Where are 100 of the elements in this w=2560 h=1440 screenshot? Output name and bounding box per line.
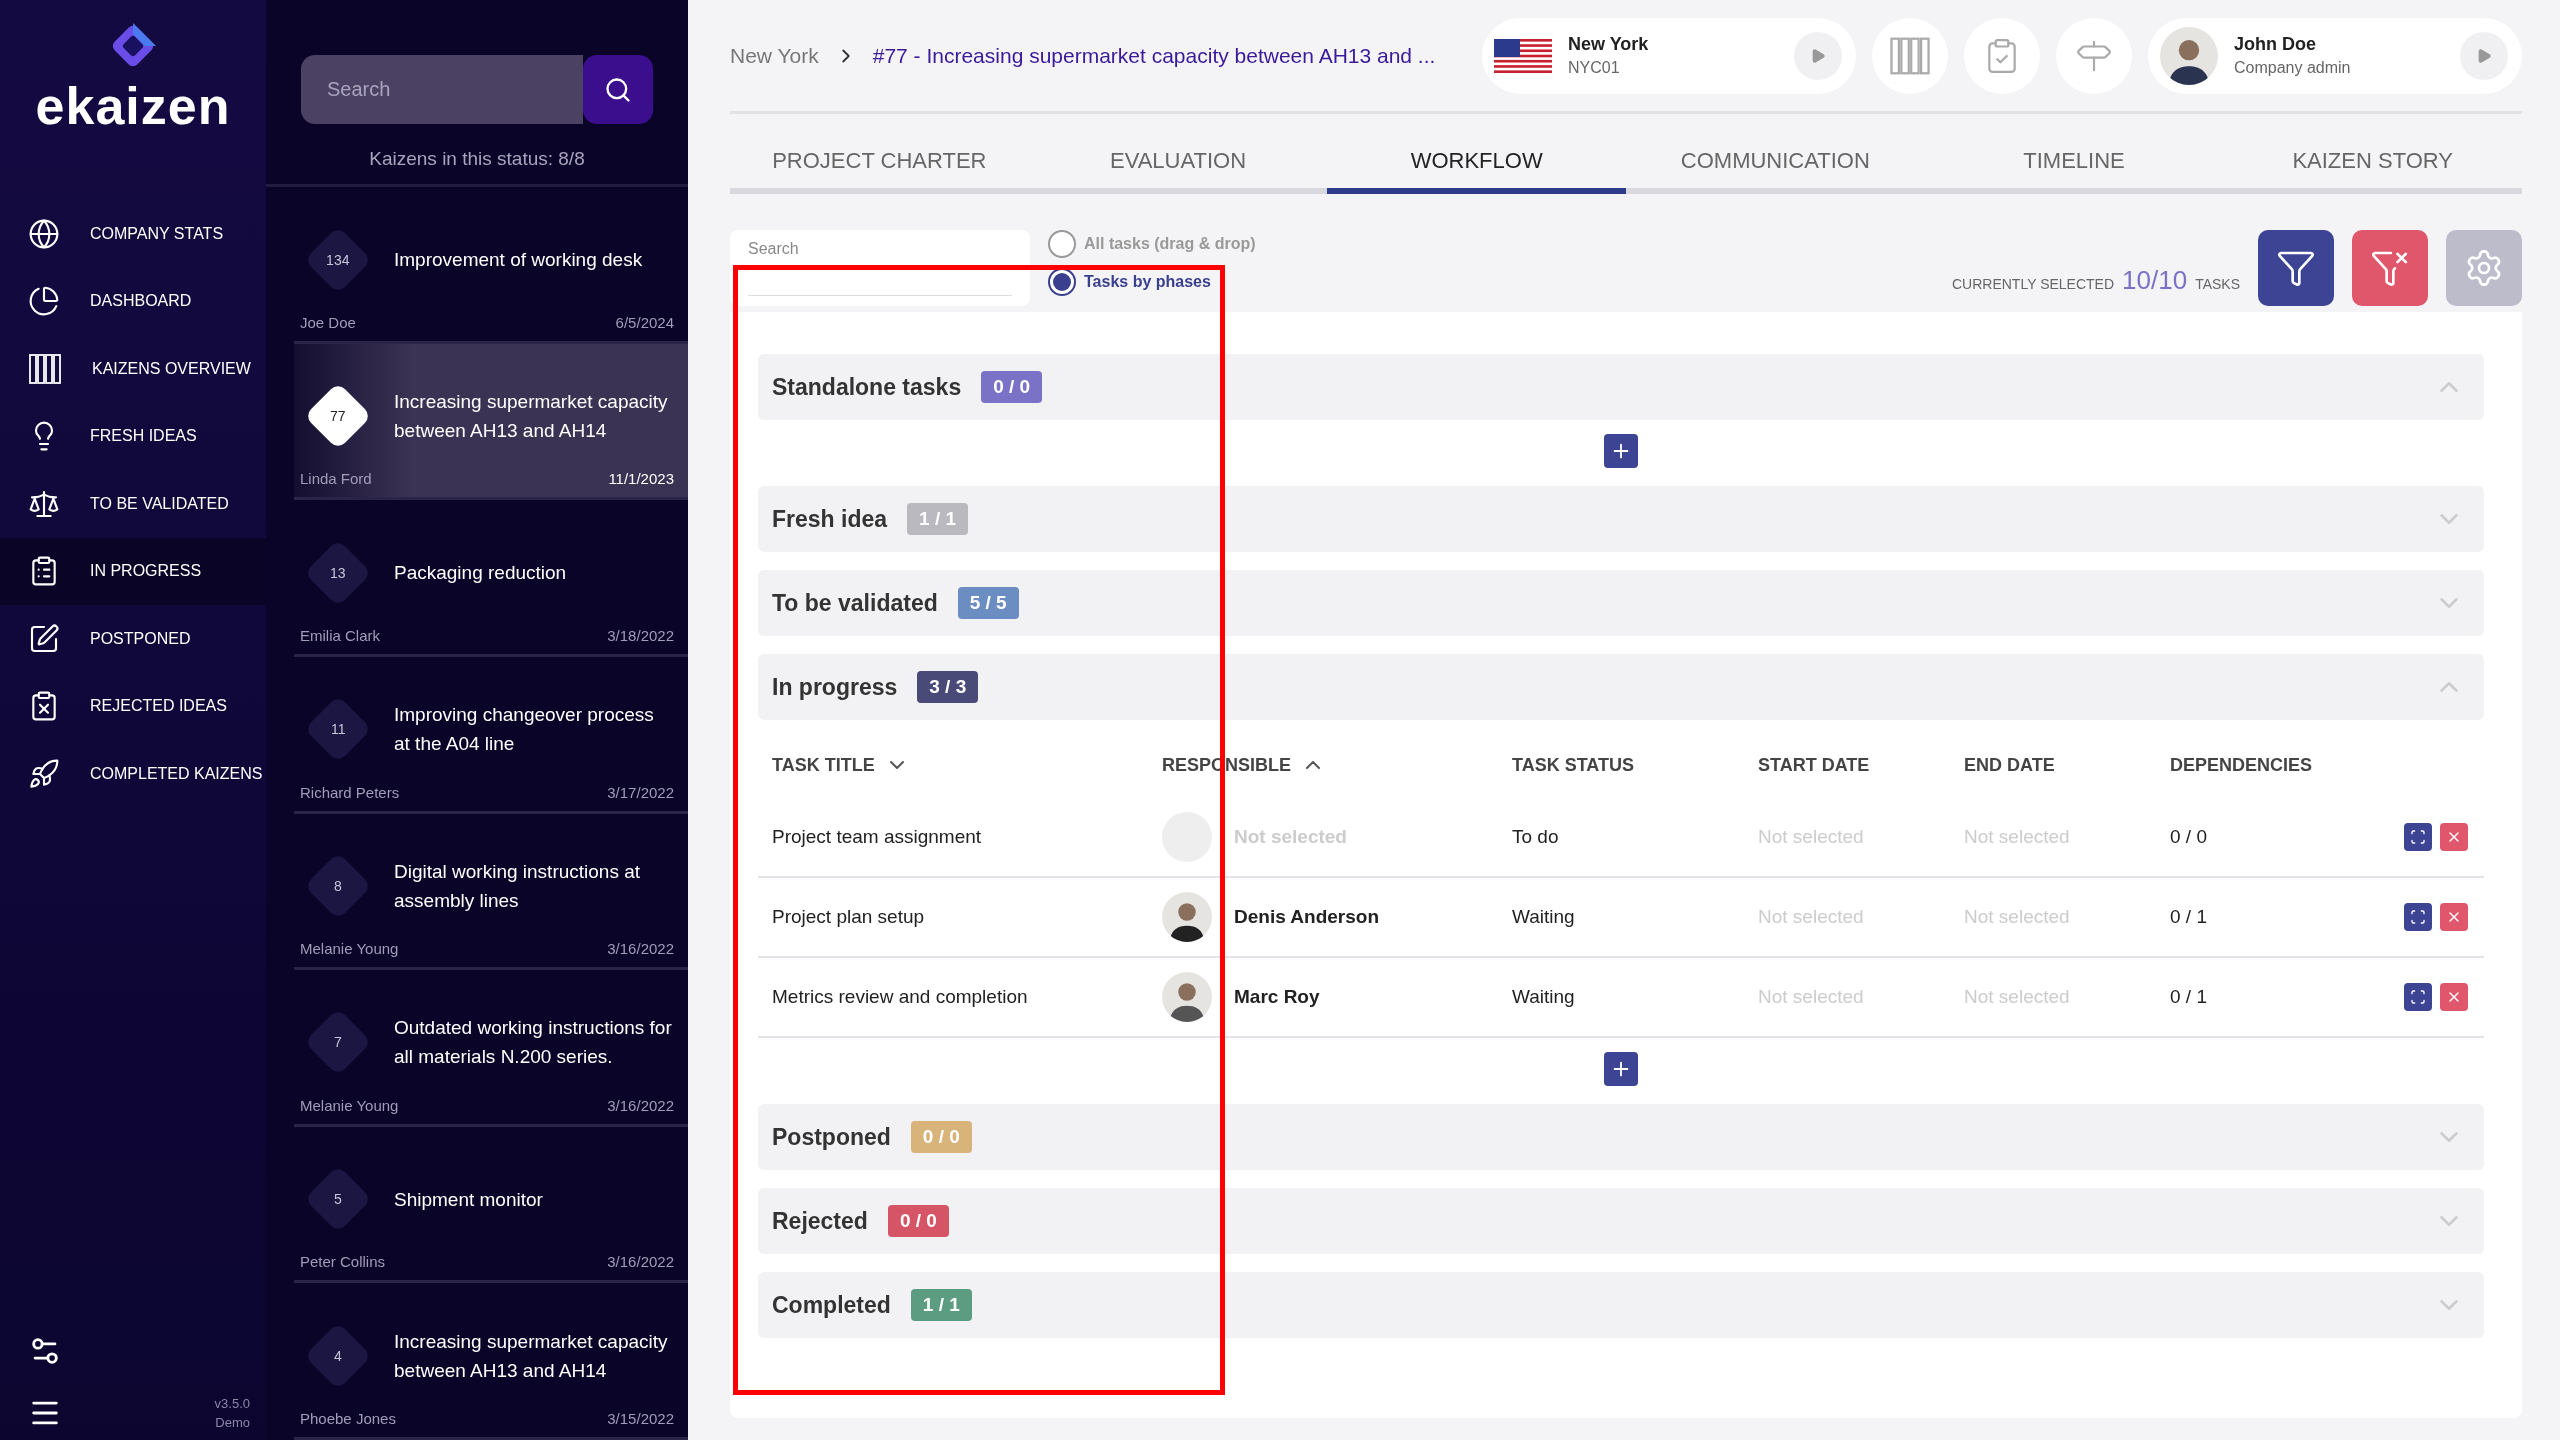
avatar	[1162, 892, 1212, 942]
user-role: Company admin	[2234, 59, 2352, 77]
nav-item[interactable]: COMPANY STATS	[0, 200, 266, 268]
expand-icon	[2410, 908, 2426, 926]
nav-item[interactable]: FRESH IDEAS	[0, 402, 266, 470]
dependencies: 0 / 1	[2170, 986, 2208, 1008]
responsible-name: Marc Roy	[1234, 986, 1320, 1008]
author-name: Phoebe Jones	[300, 1409, 396, 1427]
phase-header[interactable]: In progress 3 / 3	[758, 654, 2484, 720]
globe-icon	[28, 217, 60, 250]
play-icon	[1810, 47, 1826, 64]
kaizen-date: 3/16/2022	[607, 940, 674, 958]
phase-header[interactable]: Rejected 0 / 0	[758, 1188, 2484, 1254]
kaizen-item[interactable]: 77 Increasing supermarket capacity between AH13 and AH14 Linda Ford 11/1/2023	[294, 343, 688, 501]
breadcrumb-link[interactable]: New York	[730, 43, 819, 68]
kaizen-item[interactable]: 5 Shipment monitor Peter Collins 3/16/2022	[294, 1126, 688, 1284]
delete-button[interactable]	[2440, 983, 2468, 1011]
dependencies: 0 / 1	[2170, 906, 2208, 928]
tab[interactable]: TIMELINE	[1924, 148, 2224, 194]
phase-name: Postponed	[772, 1123, 891, 1151]
clear-filter-button[interactable]	[2352, 230, 2428, 306]
filter-button[interactable]	[2258, 230, 2334, 306]
status-count: Kaizens in this status: 8/8	[266, 124, 688, 188]
phase-header[interactable]: Fresh idea 1 / 1	[758, 486, 2484, 552]
tab[interactable]: EVALUATION	[1028, 148, 1328, 194]
expand-button[interactable]	[2404, 983, 2432, 1011]
pie-chart-icon	[28, 285, 60, 318]
task-status: To do	[1512, 826, 1560, 848]
phase-header[interactable]: Postponed 0 / 0	[758, 1104, 2484, 1170]
column-header[interactable]: TASK TITLE	[772, 754, 875, 776]
task-title: Metrics review and completion	[772, 986, 1029, 1008]
settings-button[interactable]	[2446, 230, 2522, 306]
flag-icon	[1494, 38, 1552, 73]
kaizen-date: 3/16/2022	[607, 1253, 674, 1271]
kaizen-item[interactable]: 11 Improving changeover process at the A04 line Richard Peters 3/17/2022	[294, 657, 688, 814]
responsible-name: Denis Anderson	[1234, 906, 1379, 928]
play-icon	[2476, 47, 2492, 64]
edit-icon	[28, 622, 60, 655]
edition-label: Demo	[215, 1415, 250, 1430]
expand-icon	[2410, 988, 2426, 1006]
nav-item[interactable]: REJECTED IDEAS	[0, 672, 266, 740]
breadcrumb-current[interactable]: #77 - Increasing supermarket capacity between AH13 and ...	[872, 43, 1436, 68]
search-button[interactable]	[583, 55, 653, 125]
tab[interactable]: PROJECT CHARTER	[730, 148, 1029, 194]
search-field[interactable]: Search	[301, 55, 583, 125]
location-card[interactable]: New York NYC01	[1482, 17, 1856, 94]
phase-name: Standalone tasks	[772, 373, 962, 401]
kaizen-item[interactable]: 7 Outdated working instructions for all materials N.200 series. Melanie Young 3/16/2022	[294, 970, 688, 1127]
tab[interactable]: WORKFLOW	[1327, 148, 1626, 194]
phase-name: Fresh idea	[772, 505, 888, 533]
column-header[interactable]: END DATE	[1964, 754, 2055, 776]
expand-button[interactable]	[2404, 903, 2432, 931]
count-badge: 1 / 1	[910, 1289, 972, 1321]
search-field[interactable]: Search	[730, 230, 1030, 306]
nav-item[interactable]: COMPLETED KAIZENS	[0, 740, 266, 808]
delete-button[interactable]	[2440, 823, 2468, 851]
nav-item[interactable]: IN PROGRESS	[0, 537, 266, 605]
phase-header[interactable]: Standalone tasks 0 / 0	[758, 354, 2484, 420]
radio-button[interactable]	[1048, 268, 1076, 296]
kaizen-item[interactable]: 8 Digital working instructions at assembly lines Melanie Young 3/16/2022	[294, 813, 688, 971]
task-title: Project plan setup	[772, 906, 926, 928]
phase-header[interactable]: To be validated 5 / 5	[758, 570, 2484, 636]
kaizen-title: Shipment monitor	[394, 1187, 543, 1212]
phase-header[interactable]: Completed 1 / 1	[758, 1272, 2484, 1338]
tab[interactable]: KAIZEN STORY	[2223, 148, 2523, 194]
column-header[interactable]: DEPENDENCIES	[2170, 754, 2313, 776]
task-status: Waiting	[1512, 986, 1576, 1008]
nav-item[interactable]: DASHBOARD	[0, 267, 266, 335]
expand-icon	[2410, 828, 2426, 846]
author-name: Melanie Young	[300, 940, 399, 958]
expand-button[interactable]	[2404, 823, 2432, 851]
avatar	[1162, 972, 1212, 1022]
tab[interactable]: COMMUNICATION	[1626, 148, 1925, 194]
nav-item[interactable]: TO BE VALIDATED	[0, 470, 266, 538]
add-button[interactable]	[1604, 1052, 1638, 1086]
count-badge: 0 / 0	[910, 1121, 972, 1153]
column-header[interactable]: START DATE	[1758, 754, 1870, 776]
kaizen-item[interactable]: 13 Packaging reduction Emilia Clark 3/18/2022	[294, 500, 688, 657]
kaizen-title: Packaging reduction	[394, 561, 567, 586]
location-code: NYC01	[1568, 59, 1621, 77]
kaizen-item[interactable]: 4 Increasing supermarket capacity between AH13 and AH14 Phoebe Jones 3/15/2022	[294, 1283, 688, 1440]
count-badge: 0 / 0	[981, 371, 1043, 403]
phase-name: In progress	[772, 673, 898, 701]
radio-button[interactable]	[1048, 230, 1076, 258]
column-header[interactable]: TASK STATUS	[1512, 754, 1634, 776]
nav-item[interactable]: KAIZENS OVERVIEW	[0, 335, 266, 403]
expand-button[interactable]	[1794, 31, 1842, 80]
author-name: Linda Ford	[300, 470, 372, 488]
task-status: Waiting	[1512, 906, 1576, 928]
kaizen-title: Increasing supermarket capacity between AH13 and AH14	[394, 1329, 669, 1383]
nav-item[interactable]: POSTPONED	[0, 605, 266, 673]
expand-button[interactable]	[2460, 31, 2508, 80]
kaizen-date: 3/16/2022	[607, 1096, 674, 1114]
author-name: Joe Doe	[300, 313, 356, 331]
add-button[interactable]	[1604, 434, 1638, 468]
count-badge: 3 / 3	[917, 671, 979, 703]
rocket-icon	[28, 757, 60, 790]
delete-button[interactable]	[2440, 903, 2468, 931]
kaizen-date: 3/17/2022	[607, 783, 674, 801]
user-card[interactable]: John Doe Company admin	[2148, 17, 2522, 94]
